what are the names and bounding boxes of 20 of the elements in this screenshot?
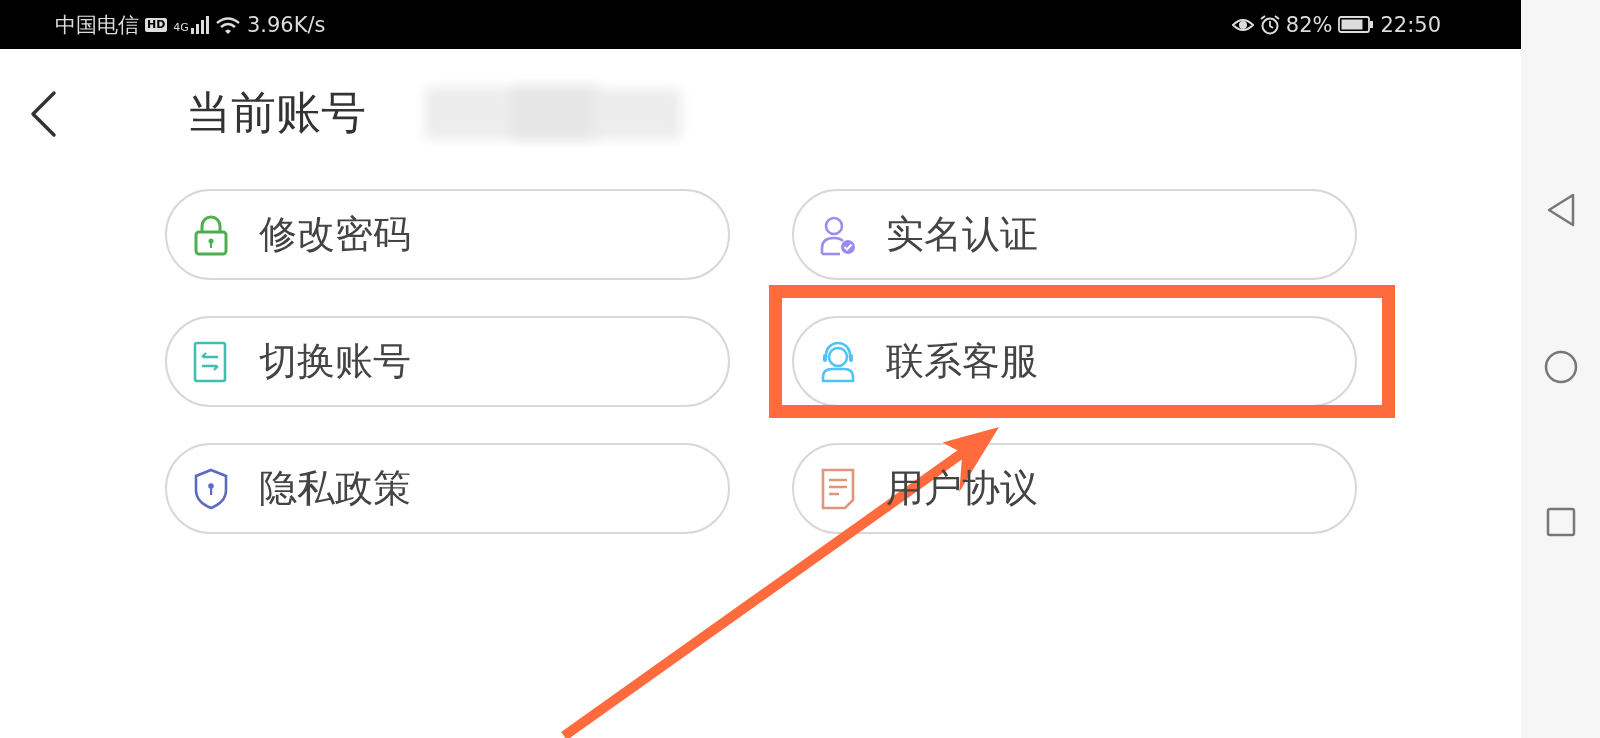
clock-time: 22:50: [1380, 12, 1441, 37]
menu-item[interactable]: 联系客服: [792, 316, 1357, 407]
menu-item[interactable]: 切换账号: [165, 316, 730, 407]
alarm-icon: [1259, 14, 1280, 35]
menu-item[interactable]: 实名认证: [792, 189, 1357, 280]
carrier-name: 中国电信: [55, 11, 139, 39]
battery-icon: [1338, 16, 1375, 33]
menu-item[interactable]: 修改密码: [165, 189, 730, 280]
network-speed: 3.96K/s: [246, 12, 326, 37]
network-type: 4G: [173, 20, 189, 34]
signal-icon: [190, 15, 209, 34]
recents-square-icon[interactable]: [1545, 507, 1576, 537]
hd-badge: HD: [145, 17, 168, 32]
battery-percent: 82%: [1285, 12, 1333, 37]
page-title: 当前账号: [186, 85, 366, 141]
home-circle-icon[interactable]: [1543, 350, 1578, 384]
menu-item[interactable]: 隐私政策: [165, 443, 730, 534]
back-triangle-icon[interactable]: [1545, 193, 1576, 227]
wifi-icon: [214, 14, 241, 35]
back-icon[interactable]: [28, 90, 58, 138]
